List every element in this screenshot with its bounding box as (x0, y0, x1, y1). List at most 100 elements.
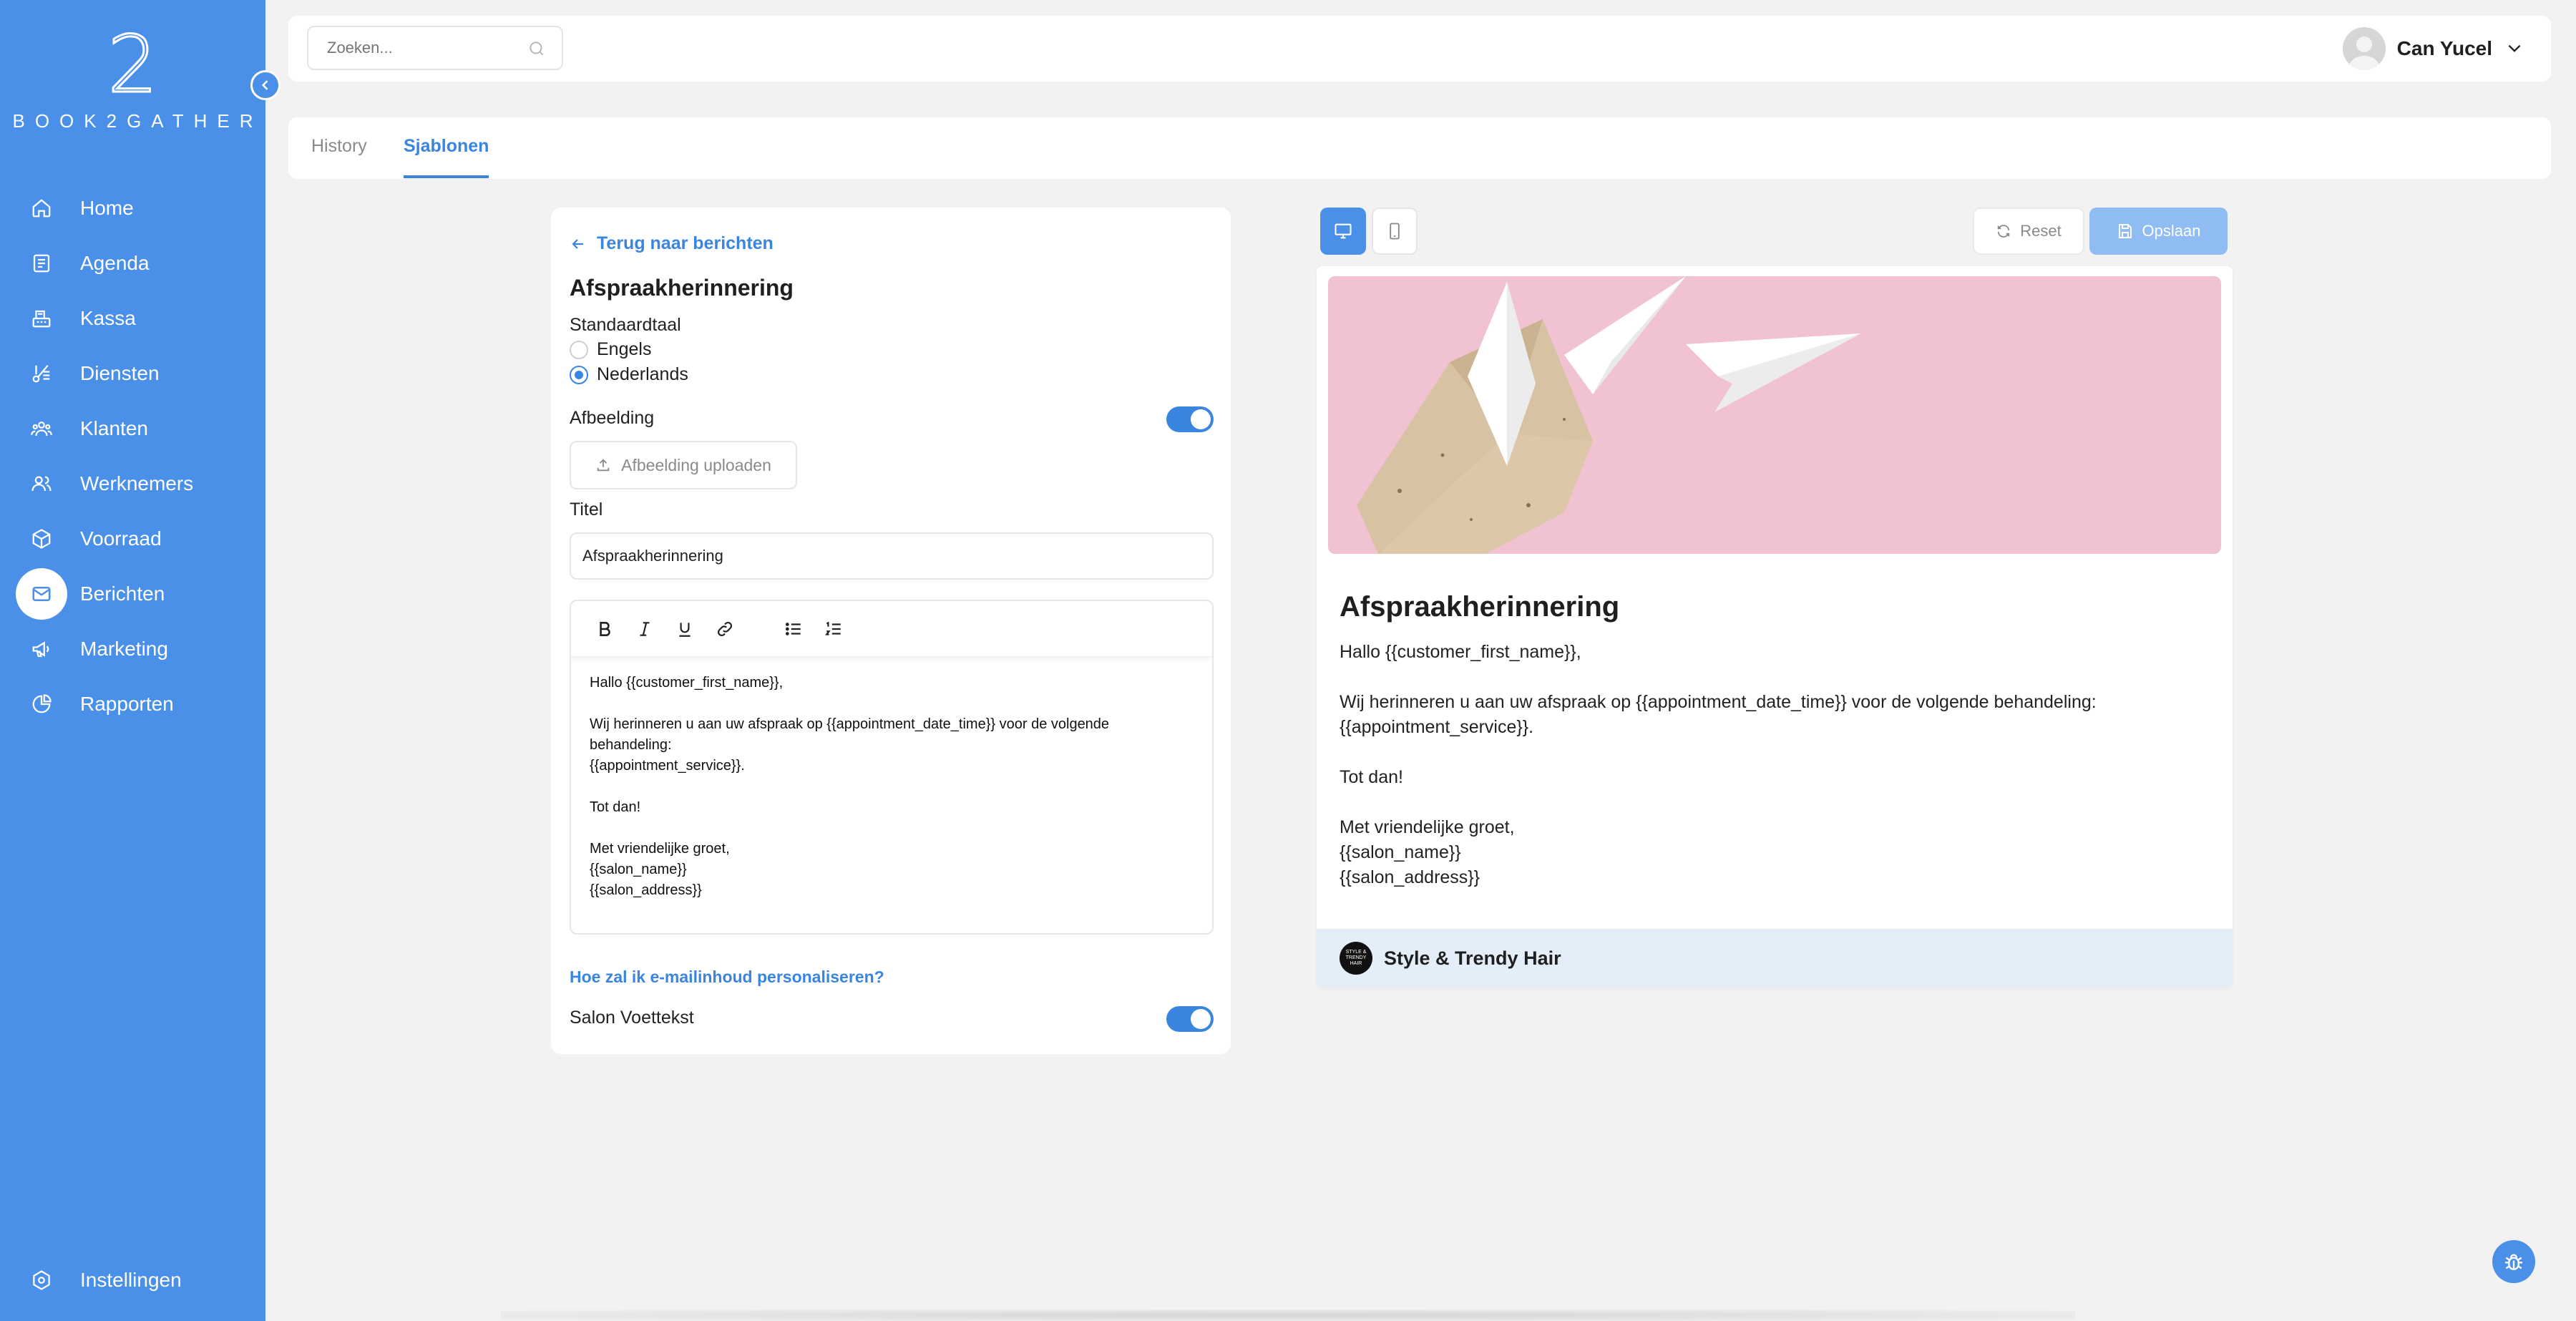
search-icon[interactable] (527, 39, 546, 62)
italic-icon (640, 621, 650, 636)
cash-register-icon (16, 293, 67, 344)
sidebar-item-label: Voorraad (80, 527, 162, 550)
preview-title: Afspraakherinnering (1340, 591, 1620, 623)
sidebar-item-klanten[interactable]: Klanten (0, 401, 265, 456)
preview-body-line (1340, 740, 2198, 765)
image-toggle[interactable] (1166, 406, 1214, 432)
preview-body-line (1340, 790, 2198, 815)
hero-image (1328, 276, 2221, 554)
numbered-list-button[interactable] (816, 611, 852, 647)
sidebar-item-voorraad[interactable]: Voorraad (0, 511, 265, 566)
preview-body-line: Wij herinneren u aan uw afspraak op {{ap… (1340, 692, 2097, 712)
title-field[interactable] (570, 532, 1214, 580)
save-button[interactable]: Opslaan (2089, 208, 2228, 255)
editor-toolbar (571, 601, 1212, 657)
phone-icon (1390, 223, 1400, 240)
logo-mark: 2 (107, 19, 159, 110)
sidebar-item-berichten[interactable]: Berichten (0, 566, 265, 621)
upload-image-button[interactable]: Afbeelding uploaden (570, 441, 797, 489)
body-line: Met vriendelijke groet, (590, 841, 730, 857)
sidebar-item-werknemers[interactable]: Werknemers (0, 456, 265, 511)
tab-sjablonen[interactable]: Sjablonen (404, 136, 489, 178)
sidebar-item-label: Berichten (80, 582, 165, 605)
user-menu[interactable]: Can Yucel (2342, 27, 2524, 70)
pie-chart-icon (16, 678, 67, 730)
mobile-view-button[interactable] (1372, 208, 1418, 255)
link-button[interactable] (707, 611, 743, 647)
footer-toggle[interactable] (1166, 1006, 1214, 1032)
preview-body-line: Tot dan! (1340, 767, 1403, 787)
email-preview: Afspraakherinnering Hallo {{customer_fir… (1317, 266, 2233, 988)
brand-logo[interactable]: 2 BOOK2GATHER (0, 19, 265, 132)
body-line (590, 693, 1194, 714)
arrow-left-icon (572, 238, 583, 249)
sidebar-item-marketing[interactable]: Marketing (0, 621, 265, 676)
search-input[interactable] (327, 39, 513, 57)
radio-indicator (570, 365, 588, 384)
radio-engels[interactable]: Engels (570, 339, 651, 360)
home-icon (16, 182, 67, 234)
template-editor: Terug naar berichten Afspraakherinnering… (551, 208, 1231, 1054)
underline-button[interactable] (667, 611, 703, 647)
user-name: Can Yucel (2396, 37, 2492, 59)
box-icon (16, 513, 67, 565)
sidebar: 2 BOOK2GATHER Home Agenda Kassa Diensten… (0, 0, 265, 1321)
preview-body-line: {{salon_address}} (1340, 867, 1480, 887)
avatar (2342, 27, 2386, 70)
editor-body[interactable]: Hallo {{customer_first_name}}, Wij herin… (571, 657, 1212, 917)
sidebar-item-label: Home (80, 196, 134, 219)
sidebar-item-label: Rapporten (80, 692, 174, 715)
sidebar-item-label: Diensten (80, 361, 160, 384)
back-link-label: Terug naar berichten (597, 233, 774, 253)
sidebar-item-label: Agenda (80, 251, 150, 274)
radio-label: Nederlands (597, 364, 688, 384)
tab-history[interactable]: History (311, 136, 367, 175)
personalize-help-link[interactable]: Hoe zal ik e-mailinhoud personaliseren? (570, 967, 884, 987)
radio-label: Engels (597, 339, 652, 359)
sidebar-item-home[interactable]: Home (0, 180, 265, 235)
sidebar-item-kassa[interactable]: Kassa (0, 291, 265, 346)
sidebar-nav: Home Agenda Kassa Diensten Klanten Werkn… (0, 180, 265, 731)
back-to-messages-link[interactable]: Terug naar berichten (570, 233, 774, 254)
link-icon (718, 621, 732, 636)
bug-report-button[interactable] (2492, 1240, 2535, 1283)
preview-footer: STYLE & TRENDY HAIR Style & Trendy Hair (1317, 929, 2233, 988)
desktop-view-button[interactable] (1320, 208, 1366, 255)
search-box (307, 26, 563, 70)
preview-body-line (1340, 665, 2198, 690)
body-line: Wij herinneren u aan uw afspraak op {{ap… (590, 716, 1110, 753)
radio-nederlands[interactable]: Nederlands (570, 364, 688, 385)
preview-body-line: {{salon_name}} (1340, 842, 1461, 862)
numbered-list-icon (825, 621, 841, 635)
rich-text-editor: Hallo {{customer_first_name}}, Wij herin… (570, 600, 1214, 935)
sidebar-item-instellingen[interactable]: Instellingen (0, 1252, 265, 1307)
bold-button[interactable] (587, 611, 623, 647)
reset-button[interactable]: Reset (1973, 208, 2084, 255)
upload-icon (597, 459, 610, 472)
customers-icon (16, 403, 67, 454)
preview-body: Hallo {{customer_first_name}}, Wij herin… (1340, 640, 2198, 890)
sidebar-item-label: Kassa (80, 306, 136, 329)
page-title: Afspraakherinnering (570, 275, 794, 301)
body-line: Tot dan! (590, 799, 641, 815)
preview-body-line: Met vriendelijke groet, (1340, 817, 1515, 837)
sidebar-bottom: Instellingen (0, 1252, 265, 1321)
sidebar-item-agenda[interactable]: Agenda (0, 235, 265, 291)
image-label: Afbeelding (570, 408, 655, 428)
body-line: {{appointment_service}}. (590, 758, 745, 774)
employees-icon (16, 458, 67, 510)
sidebar-item-label: Instellingen (80, 1268, 182, 1291)
preview-body-line: Hallo {{customer_first_name}}, (1340, 642, 1581, 662)
tabs-bar: History Sjablonen (288, 117, 2551, 179)
logo-text: BOOK2GATHER (12, 110, 263, 132)
collapse-sidebar-button[interactable] (250, 70, 280, 100)
gear-icon (16, 1254, 67, 1306)
salon-name: Style & Trendy Hair (1384, 947, 1561, 969)
upload-label: Afbeelding uploaden (621, 455, 771, 474)
sidebar-item-rapporten[interactable]: Rapporten (0, 676, 265, 731)
preview-body-line: {{appointment_service}}. (1340, 717, 1534, 737)
sidebar-item-diensten[interactable]: Diensten (0, 346, 265, 401)
body-line: {{salon_name}} (590, 862, 687, 877)
bullet-list-button[interactable] (776, 611, 811, 647)
italic-button[interactable] (627, 611, 663, 647)
